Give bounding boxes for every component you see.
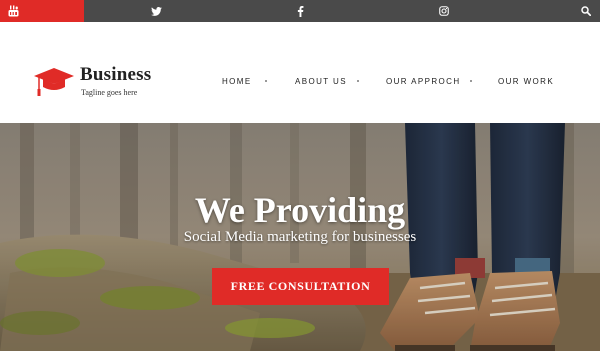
twitter-icon	[150, 6, 162, 16]
nav-separator	[470, 80, 472, 82]
search-button[interactable]	[572, 0, 600, 22]
youtube-icon	[8, 5, 19, 17]
nav-separator	[265, 80, 267, 82]
main-nav: HOME ABOUT US OUR APPROCH OUR WORK	[0, 77, 600, 91]
nav-item-our-work[interactable]: OUR WORK	[498, 77, 554, 86]
instagram-link[interactable]	[428, 0, 460, 22]
hero-title: We Providing	[194, 190, 406, 230]
nav-item-our-approach[interactable]: OUR APPROCH	[386, 77, 461, 86]
search-icon	[581, 6, 591, 16]
twitter-link[interactable]	[140, 0, 172, 22]
hero-banner: We Providing Social Media marketing for …	[0, 123, 600, 351]
hero-subtitle: Social Media marketing for businesses	[183, 229, 417, 245]
social-bar	[0, 0, 600, 22]
facebook-link[interactable]	[284, 0, 316, 22]
nav-item-about-us[interactable]: ABOUT US	[295, 77, 347, 86]
nav-separator	[357, 80, 359, 82]
nav-item-home[interactable]: HOME	[222, 77, 252, 86]
free-consultation-button[interactable]: FREE CONSULTATION	[212, 268, 389, 305]
instagram-icon	[439, 6, 449, 16]
facebook-icon	[297, 5, 304, 17]
youtube-link[interactable]	[0, 0, 84, 22]
site-header: Business Tagline goes here HOME ABOUT US…	[0, 22, 600, 123]
